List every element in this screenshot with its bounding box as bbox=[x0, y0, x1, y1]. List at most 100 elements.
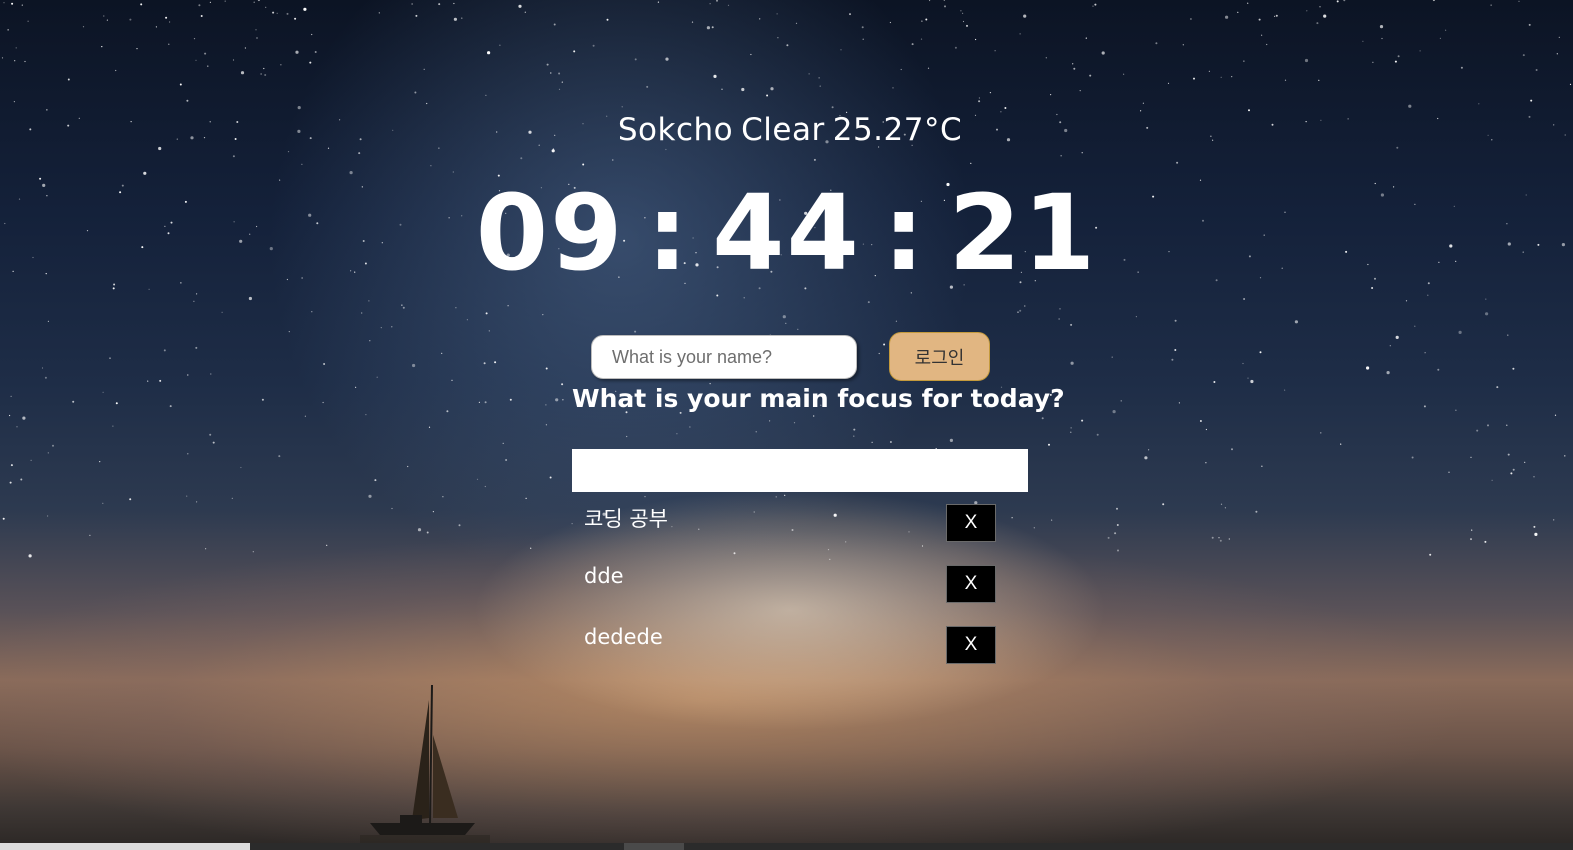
star bbox=[264, 74, 267, 76]
star bbox=[895, 320, 898, 322]
star bbox=[813, 158, 816, 161]
star bbox=[1423, 405, 1426, 408]
star bbox=[169, 21, 171, 23]
star bbox=[1220, 76, 1222, 78]
star bbox=[46, 109, 48, 111]
star bbox=[280, 64, 282, 66]
bottom-bar bbox=[0, 843, 1573, 850]
star bbox=[1484, 540, 1487, 543]
star bbox=[453, 17, 457, 21]
star bbox=[562, 399, 564, 401]
star bbox=[1247, 377, 1249, 379]
star bbox=[840, 49, 842, 51]
star bbox=[502, 442, 504, 444]
star bbox=[1182, 44, 1184, 46]
star bbox=[1411, 456, 1414, 459]
weather-condition: Clear bbox=[741, 112, 825, 148]
star bbox=[1092, 5, 1094, 7]
star bbox=[691, 21, 694, 23]
star bbox=[1379, 25, 1384, 29]
star bbox=[1101, 51, 1105, 55]
star bbox=[205, 548, 207, 550]
star bbox=[716, 0, 718, 2]
star bbox=[1096, 433, 1099, 436]
star bbox=[485, 94, 487, 96]
star bbox=[1017, 311, 1019, 313]
star bbox=[1470, 456, 1472, 458]
delete-todo-button[interactable]: X bbox=[946, 626, 996, 664]
star bbox=[849, 13, 851, 16]
sailboat-silhouette bbox=[360, 684, 490, 845]
star bbox=[106, 19, 108, 21]
star bbox=[785, 322, 787, 324]
login-form: 로그인 bbox=[591, 332, 991, 382]
star bbox=[263, 67, 265, 70]
star bbox=[27, 20, 29, 22]
star bbox=[784, 494, 786, 496]
star bbox=[1478, 103, 1480, 105]
star bbox=[376, 376, 378, 378]
star bbox=[207, 65, 209, 67]
star bbox=[1023, 14, 1027, 18]
star bbox=[962, 12, 964, 14]
star bbox=[819, 85, 821, 87]
star bbox=[1362, 40, 1364, 42]
star bbox=[920, 38, 923, 40]
star bbox=[1510, 472, 1513, 475]
delete-todo-button[interactable]: X bbox=[946, 565, 996, 603]
star bbox=[1405, 300, 1408, 302]
star bbox=[1507, 334, 1509, 336]
star bbox=[929, 0, 931, 2]
star bbox=[1081, 419, 1084, 422]
star bbox=[195, 346, 198, 349]
star bbox=[231, 497, 233, 499]
star bbox=[1506, 424, 1508, 426]
star bbox=[1397, 55, 1400, 58]
star bbox=[1114, 532, 1117, 535]
star bbox=[82, 26, 85, 28]
star bbox=[1284, 79, 1287, 81]
star bbox=[24, 60, 26, 63]
star bbox=[530, 547, 532, 549]
star bbox=[1155, 42, 1158, 45]
star bbox=[30, 459, 32, 461]
name-input[interactable] bbox=[591, 335, 857, 379]
star bbox=[561, 81, 563, 83]
star bbox=[797, 328, 799, 330]
star bbox=[129, 18, 132, 21]
star bbox=[1424, 352, 1426, 354]
star bbox=[1050, 94, 1052, 96]
star bbox=[709, 3, 711, 5]
star bbox=[487, 51, 491, 55]
star bbox=[1408, 104, 1412, 108]
star bbox=[900, 68, 902, 71]
star bbox=[1458, 330, 1462, 334]
star bbox=[1070, 431, 1072, 433]
star bbox=[89, 534, 91, 537]
delete-todo-button[interactable]: X bbox=[946, 504, 996, 542]
star bbox=[297, 106, 301, 110]
star bbox=[430, 165, 432, 167]
star bbox=[1070, 323, 1073, 326]
star bbox=[1255, 510, 1258, 513]
star bbox=[1048, 443, 1050, 446]
star bbox=[978, 97, 981, 99]
star bbox=[892, 87, 894, 89]
star bbox=[545, 367, 548, 370]
star bbox=[288, 331, 290, 333]
star bbox=[1220, 503, 1223, 505]
star bbox=[304, 415, 306, 417]
login-button[interactable]: 로그인 bbox=[889, 332, 990, 381]
star bbox=[1085, 37, 1087, 39]
star bbox=[978, 100, 981, 103]
star bbox=[461, 17, 463, 19]
star bbox=[41, 367, 44, 369]
todo-item: 코딩 공부 X bbox=[572, 500, 1028, 561]
star bbox=[358, 152, 361, 155]
todo-input[interactable] bbox=[572, 449, 1028, 492]
star bbox=[1558, 36, 1560, 39]
weather-temperature: 25.27°C bbox=[832, 112, 963, 148]
star bbox=[1381, 37, 1383, 40]
star bbox=[209, 1, 211, 3]
star bbox=[1564, 455, 1566, 457]
